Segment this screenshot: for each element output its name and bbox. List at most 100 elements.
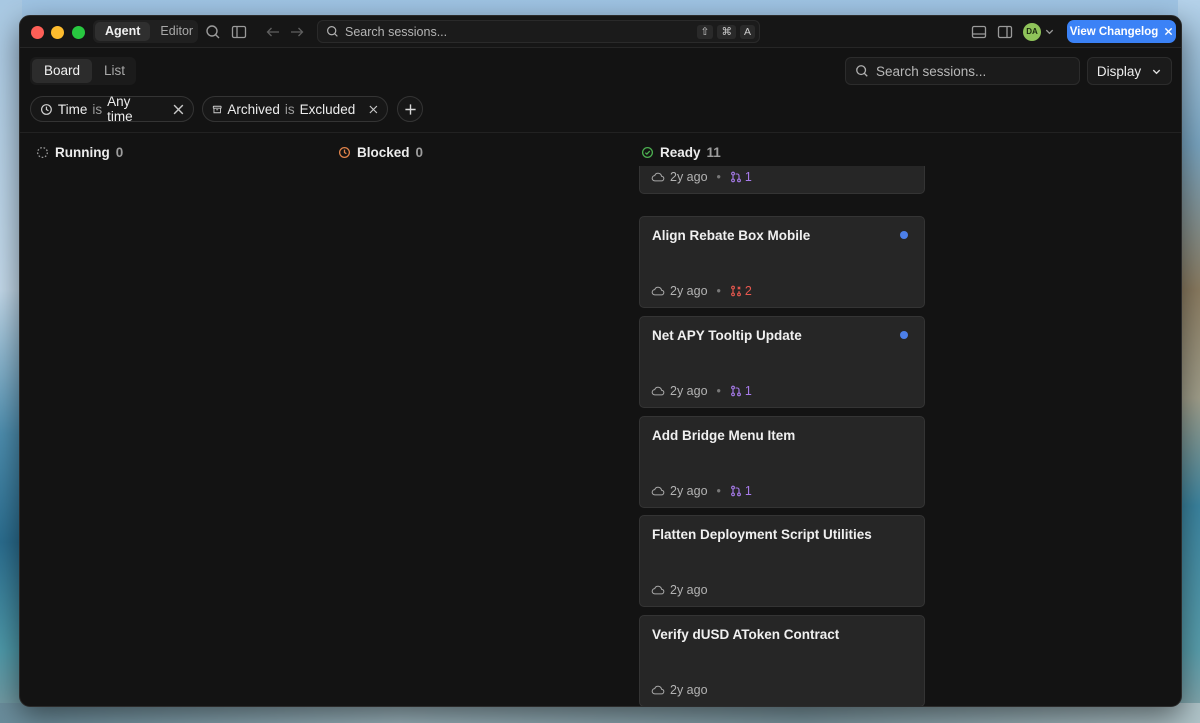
card-title: Add Bridge Menu Item: [652, 428, 796, 443]
cloud-icon: [651, 685, 665, 695]
filter-value: Excluded: [299, 101, 356, 117]
running-status-icon: [36, 146, 49, 159]
filter-operator: is: [92, 101, 103, 117]
search-icon: [327, 26, 338, 37]
column-count: 0: [415, 145, 424, 160]
ready-column-cards: 2y ago • 1 Align Rebate Box Mobile 2y ag…: [639, 166, 926, 706]
filter-value: Any time: [107, 94, 133, 124]
search-icon[interactable]: [205, 24, 221, 40]
session-card[interactable]: Verify dUSD AToken Contract 2y ago: [639, 615, 925, 706]
session-card[interactable]: 2y ago • 1: [639, 166, 925, 194]
right-panel-toggle-icon[interactable]: [997, 24, 1013, 40]
toolbar-divider: [20, 132, 1181, 133]
git-pull-request-closed-icon: [730, 285, 741, 297]
card-title: Verify dUSD AToken Contract: [652, 627, 840, 642]
session-card[interactable]: Net APY Tooltip Update 2y ago • 1: [639, 316, 925, 408]
changelog-label: View Changelog: [1069, 25, 1159, 38]
pull-request-count[interactable]: 1: [730, 384, 752, 398]
view-toggle: Board List: [30, 57, 136, 85]
card-time: 2y ago: [670, 683, 708, 697]
meta-separator: •: [716, 484, 721, 498]
pr-count: 1: [744, 170, 752, 184]
filter-operator: is: [284, 101, 295, 117]
shortcut-cmd-key: ⌘: [717, 24, 736, 39]
session-card[interactable]: Flatten Deployment Script Utilities 2y a…: [639, 515, 925, 607]
view-changelog-button[interactable]: View Changelog: [1067, 20, 1176, 43]
ready-status-icon: [641, 146, 654, 159]
git-pull-request-icon: [730, 385, 741, 397]
titlebar-search-input[interactable]: Search sessions... ⇧ ⌘ A: [317, 20, 760, 43]
meta-separator: •: [716, 284, 721, 298]
card-title: Flatten Deployment Script Utilities: [652, 527, 872, 542]
column-header-blocked: Blocked 0: [338, 145, 423, 160]
list-view-button[interactable]: List: [92, 59, 137, 83]
bottom-panel-toggle-icon[interactable]: [971, 24, 987, 40]
chevron-down-icon[interactable]: [1044, 26, 1055, 37]
session-card[interactable]: Align Rebate Box Mobile 2y ago • 2: [639, 216, 925, 308]
mode-toggle: Agent Editor: [93, 20, 198, 43]
column-name: Ready: [660, 145, 701, 160]
column-header-running: Running 0: [36, 145, 123, 160]
add-filter-button[interactable]: [397, 96, 423, 122]
shortcut-shift-key: ⇧: [696, 24, 714, 39]
card-meta: 2y ago • 1: [651, 170, 752, 184]
meta-separator: •: [716, 384, 721, 398]
board-view-button[interactable]: Board: [32, 59, 93, 83]
card-meta: 2y ago: [651, 583, 708, 597]
close-window-button[interactable]: [31, 26, 44, 39]
unread-indicator: [900, 331, 908, 339]
shortcut-a-key: A: [739, 24, 755, 39]
back-arrow-icon[interactable]: [265, 24, 281, 40]
archive-icon: [212, 105, 222, 113]
filter-time-chip[interactable]: Time is Any time: [30, 94, 194, 124]
column-header-ready: Ready 11: [641, 145, 721, 160]
cloud-icon: [651, 585, 665, 595]
display-button[interactable]: Display: [1087, 57, 1172, 85]
remove-filter-icon[interactable]: [173, 104, 184, 115]
pull-request-count[interactable]: 1: [730, 170, 752, 184]
blocked-status-icon: [338, 146, 351, 159]
card-title: Align Rebate Box Mobile: [652, 228, 811, 243]
app-window: Agent Editor Search sessions... ⇧ ⌘ A DA…: [19, 15, 1182, 707]
card-title: Net APY Tooltip Update: [652, 328, 802, 343]
card-meta: 2y ago: [651, 683, 708, 697]
session-card[interactable]: Add Bridge Menu Item 2y ago • 1: [639, 416, 925, 508]
pull-request-count[interactable]: 1: [730, 484, 752, 498]
search-placeholder: Search sessions...: [876, 63, 987, 79]
git-pull-request-icon: [730, 485, 741, 497]
user-avatar[interactable]: DA: [1023, 23, 1041, 41]
zoom-window-button[interactable]: [72, 26, 85, 39]
card-time: 2y ago: [670, 583, 708, 597]
clock-icon: [41, 103, 52, 115]
filter-field: Archived: [227, 101, 280, 117]
pull-request-count[interactable]: 2: [730, 284, 752, 298]
card-meta: 2y ago • 2: [651, 284, 752, 298]
search-icon: [856, 65, 868, 77]
mode-editor-button[interactable]: Editor: [150, 22, 203, 41]
pr-count: 1: [744, 484, 752, 498]
card-time: 2y ago: [670, 170, 708, 184]
sidebar-toggle-icon[interactable]: [231, 24, 247, 40]
remove-filter-icon[interactable]: [369, 104, 378, 115]
chevron-down-icon: [1152, 69, 1161, 74]
display-label: Display: [1096, 63, 1142, 79]
forward-arrow-icon[interactable]: [289, 24, 305, 40]
cloud-icon: [651, 386, 665, 396]
pr-count: 2: [744, 284, 752, 298]
close-icon[interactable]: [1164, 27, 1173, 36]
mode-agent-button[interactable]: Agent: [95, 22, 151, 41]
card-time: 2y ago: [670, 284, 708, 298]
plus-icon: [404, 103, 416, 115]
column-name: Running: [55, 145, 110, 160]
card-meta: 2y ago • 1: [651, 384, 752, 398]
unread-indicator: [900, 231, 908, 239]
cloud-icon: [651, 172, 665, 182]
column-name: Blocked: [357, 145, 410, 160]
minimize-window-button[interactable]: [51, 26, 64, 39]
card-meta: 2y ago • 1: [651, 484, 752, 498]
sessions-search-input[interactable]: Search sessions...: [845, 57, 1080, 85]
filter-archived-chip[interactable]: Archived is Excluded: [202, 96, 388, 122]
column-count: 11: [706, 145, 721, 160]
column-count: 0: [115, 145, 124, 160]
title-bar: Agent Editor Search sessions... ⇧ ⌘ A DA…: [20, 16, 1181, 48]
